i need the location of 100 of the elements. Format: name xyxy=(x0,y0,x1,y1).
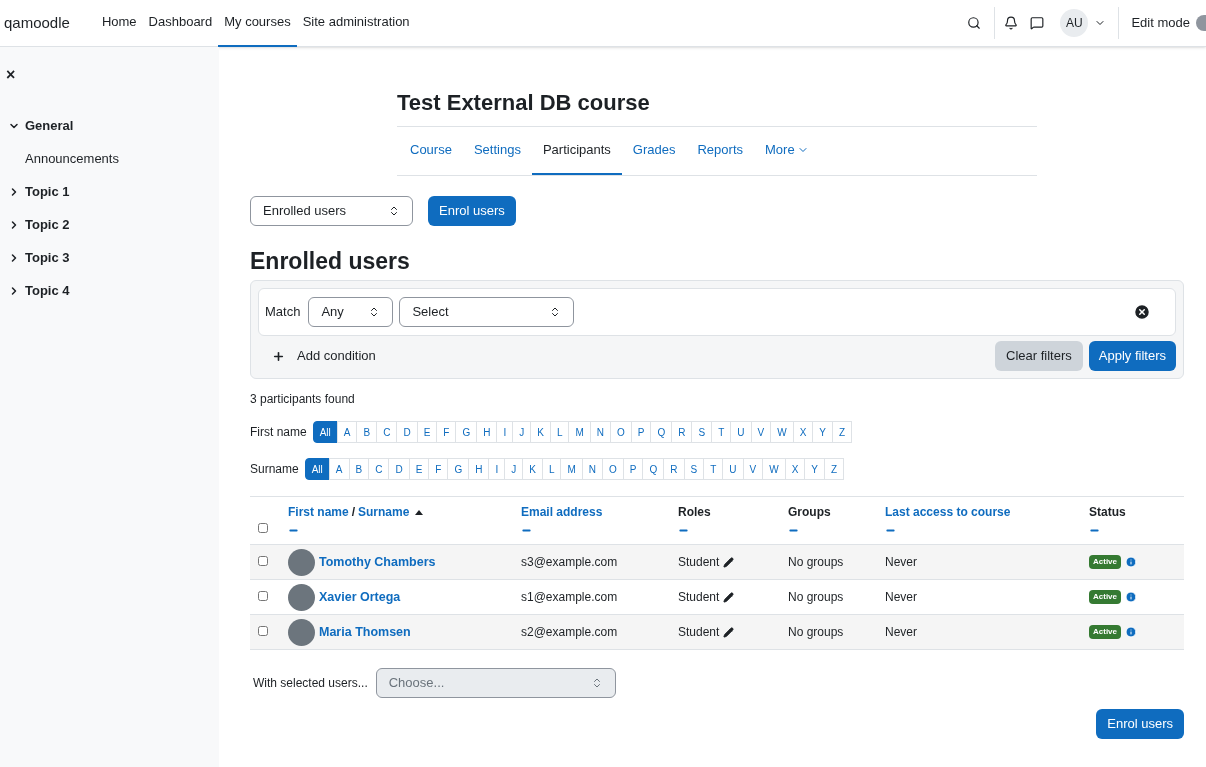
initial-letter[interactable]: W xyxy=(762,458,786,480)
initial-letter[interactable]: G xyxy=(455,421,478,443)
initial-letter[interactable]: K xyxy=(530,421,551,443)
column-heading: Roles xyxy=(678,504,711,521)
column-sort-link[interactable]: Email address xyxy=(521,503,603,521)
column-sort-link[interactable]: Last access to course xyxy=(885,503,1011,521)
initial-letter[interactable]: G xyxy=(447,458,470,480)
column-sort-link[interactable]: Surname xyxy=(358,503,410,521)
initial-letter[interactable]: F xyxy=(436,421,457,443)
section-link[interactable]: Topic 1 xyxy=(25,181,70,202)
user-name-link[interactable]: Tomothy Chambers xyxy=(319,552,436,572)
initial-letter[interactable]: R xyxy=(671,421,693,443)
user-name-link[interactable]: Maria Thomsen xyxy=(319,622,411,642)
initial-letter[interactable]: T xyxy=(711,421,732,443)
info-icon[interactable] xyxy=(1125,556,1137,568)
column-sort-link[interactable]: First name xyxy=(288,503,349,521)
page-heading: Enrolled users xyxy=(250,247,411,276)
initial-letter[interactable]: L xyxy=(541,458,562,480)
initial-letter[interactable]: B xyxy=(356,421,378,443)
course-tab[interactable]: Course xyxy=(399,127,463,175)
initial-letter[interactable]: M xyxy=(568,421,591,443)
user-avatar[interactable]: AU xyxy=(1060,9,1089,37)
initial-letter[interactable]: C xyxy=(376,421,398,443)
initial-letter[interactable]: K xyxy=(522,458,543,480)
edit-icon[interactable] xyxy=(723,556,735,568)
initial-letter[interactable]: W xyxy=(770,421,794,443)
section-link[interactable]: Topic 3 xyxy=(25,247,70,268)
initial-letter[interactable]: Q xyxy=(650,421,673,443)
groups-cell: No groups xyxy=(788,579,885,615)
email-cell: s2@example.com xyxy=(521,614,678,650)
page-select[interactable]: Enrolled users xyxy=(250,196,413,226)
initial-letter[interactable]: R xyxy=(663,458,685,480)
initial-letter[interactable]: O xyxy=(602,458,624,480)
select-all-checkbox[interactable] xyxy=(258,523,268,533)
groups-cell: No groups xyxy=(788,614,885,650)
user-name-link[interactable]: Xavier Ortega xyxy=(319,587,401,607)
initial-letter[interactable]: U xyxy=(722,458,744,480)
remove-condition-icon[interactable] xyxy=(1133,303,1151,321)
info-icon[interactable] xyxy=(1125,591,1137,603)
initial-letter[interactable]: N xyxy=(589,421,611,443)
initial-letter[interactable]: Y xyxy=(812,421,833,443)
messages-icon[interactable] xyxy=(1030,16,1045,30)
edit-icon[interactable] xyxy=(723,626,735,638)
row-checkbox[interactable] xyxy=(258,556,268,566)
initial-letter[interactable]: N xyxy=(581,458,604,480)
edit-mode-switch[interactable] xyxy=(1196,15,1206,31)
row-checkbox[interactable] xyxy=(258,591,268,601)
section-link[interactable]: General xyxy=(25,115,74,136)
match-select[interactable]: Any xyxy=(308,297,394,327)
search-icon[interactable] xyxy=(967,16,982,30)
initial-letter[interactable]: A xyxy=(328,458,350,480)
add-condition-button[interactable]: Add condition xyxy=(258,341,376,371)
initial-letter[interactable]: All xyxy=(312,421,338,443)
initial-letter[interactable]: M xyxy=(560,458,583,480)
initial-letter[interactable]: H xyxy=(468,458,490,480)
bulk-action-select[interactable]: Choose... xyxy=(375,668,616,698)
column-heading: Status xyxy=(1089,504,1126,521)
section-link[interactable]: Topic 2 xyxy=(25,214,70,235)
initial-letter[interactable]: U xyxy=(730,421,752,443)
initial-letter[interactable]: D xyxy=(396,421,418,443)
nav-link[interactable]: My courses xyxy=(218,0,297,47)
initial-letter[interactable]: L xyxy=(549,421,570,443)
status-badge: Active xyxy=(1089,625,1121,639)
enrol-users-button[interactable]: Enrol users xyxy=(428,196,516,226)
site-name[interactable]: qamoodle xyxy=(4,11,70,35)
initial-letter[interactable]: Y xyxy=(804,458,825,480)
initial-letter[interactable]: H xyxy=(476,421,498,443)
nav-link[interactable]: Dashboard xyxy=(142,0,219,47)
initial-letter[interactable]: C xyxy=(368,458,390,480)
initial-letter[interactable]: F xyxy=(428,458,449,480)
notifications-icon[interactable] xyxy=(1004,16,1019,30)
section-link[interactable]: Topic 4 xyxy=(25,280,70,301)
course-tab[interactable]: More xyxy=(754,127,820,175)
initial-letter[interactable]: T xyxy=(703,458,724,480)
enrol-users-button[interactable]: Enrol users xyxy=(1096,709,1184,739)
filter-type-select[interactable]: Select xyxy=(399,297,575,327)
activity-link[interactable]: Announcements xyxy=(25,148,119,169)
course-tab[interactable]: Grades xyxy=(621,127,687,175)
initial-letter[interactable]: S xyxy=(691,421,713,443)
initial-letter[interactable]: O xyxy=(610,421,632,443)
apply-filters-button[interactable]: Apply filters xyxy=(1088,341,1176,371)
initial-letter[interactable]: Q xyxy=(642,458,665,480)
course-tab[interactable]: Reports xyxy=(686,127,754,175)
initial-letter[interactable]: Z xyxy=(824,458,845,480)
initial-letter[interactable]: D xyxy=(388,458,410,480)
edit-icon[interactable] xyxy=(723,591,735,603)
role-text: Student xyxy=(678,589,720,606)
nav-link[interactable]: Site administration xyxy=(296,0,416,47)
nav-link[interactable]: Home xyxy=(95,0,143,47)
avatar-placeholder xyxy=(288,548,315,576)
close-drawer-button[interactable]: × xyxy=(6,67,16,83)
initial-letter[interactable]: Z xyxy=(831,421,853,443)
plus-icon xyxy=(272,349,285,363)
course-tab[interactable]: Participants xyxy=(531,127,622,175)
initial-letter[interactable]: All xyxy=(304,458,330,480)
column-heading: Groups xyxy=(788,504,831,521)
row-checkbox[interactable] xyxy=(258,626,268,636)
course-tab[interactable]: Settings xyxy=(462,127,532,175)
clear-filters-button[interactable]: Clear filters xyxy=(995,341,1083,371)
info-icon[interactable] xyxy=(1125,626,1137,638)
